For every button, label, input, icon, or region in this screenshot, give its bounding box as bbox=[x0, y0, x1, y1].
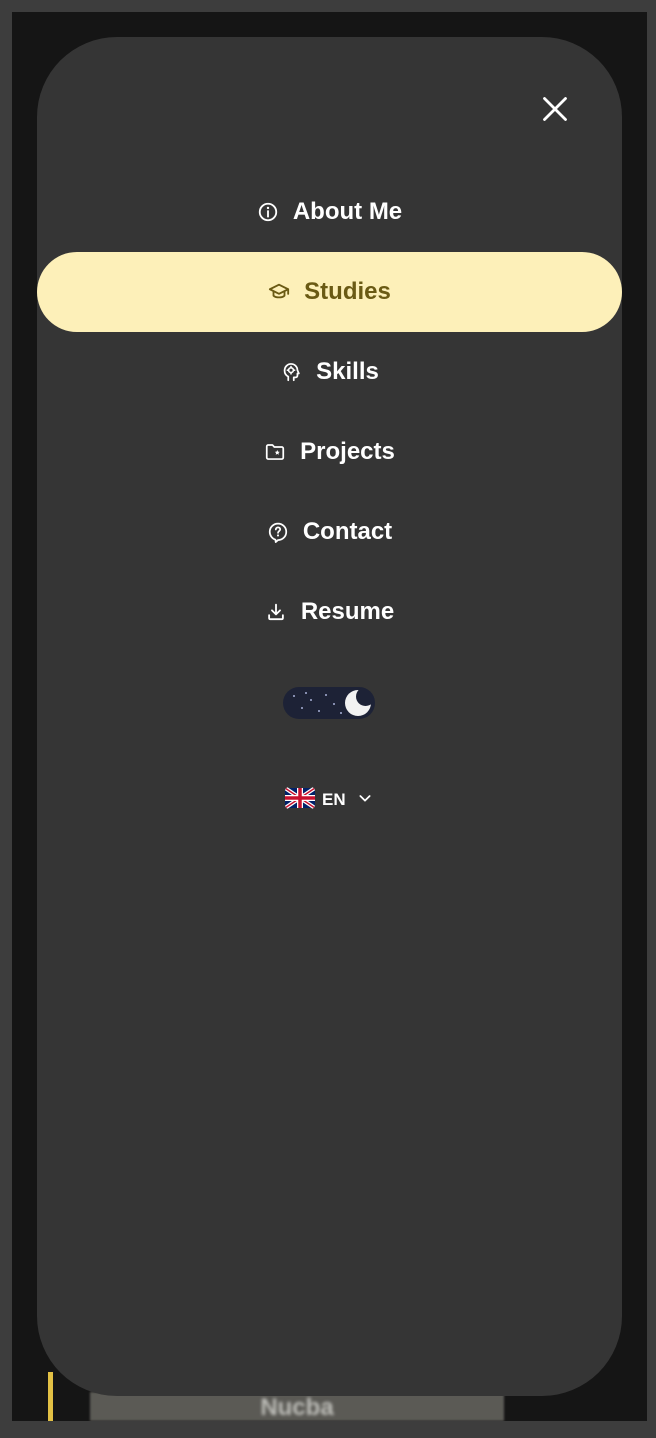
nav-item-about-me[interactable]: About Me bbox=[37, 172, 622, 252]
uk-flag-icon bbox=[285, 787, 315, 809]
close-icon bbox=[543, 97, 567, 121]
nav-item-label: Resume bbox=[300, 598, 395, 625]
background-card-text: Nucba bbox=[260, 1394, 334, 1421]
graduation-cap-icon bbox=[268, 281, 290, 303]
head-idea-icon bbox=[280, 361, 302, 383]
nav-item-contact[interactable]: Contact bbox=[37, 492, 622, 572]
moon-icon bbox=[345, 687, 375, 716]
star-dot bbox=[305, 692, 307, 694]
info-icon bbox=[257, 201, 279, 223]
help-bubble-icon bbox=[267, 521, 289, 543]
language-selector[interactable]: EN bbox=[285, 783, 373, 813]
nav-list: About Me Studies Skills Projects Contact… bbox=[37, 172, 622, 652]
theme-toggle[interactable] bbox=[283, 687, 375, 719]
nav-item-label: Contact bbox=[302, 518, 393, 545]
star-dot bbox=[301, 707, 303, 709]
star-dot bbox=[318, 710, 320, 712]
nav-item-label: Skills bbox=[316, 358, 379, 385]
nav-item-skills[interactable]: Skills bbox=[37, 332, 622, 412]
star-dot bbox=[293, 695, 295, 697]
star-dot bbox=[340, 712, 342, 714]
background-accent-bar bbox=[48, 1372, 53, 1421]
star-dot bbox=[325, 694, 327, 696]
nav-item-studies[interactable]: Studies bbox=[37, 252, 622, 332]
star-dot bbox=[333, 703, 335, 705]
nav-item-label: Studies bbox=[304, 278, 391, 305]
close-menu-button[interactable] bbox=[535, 89, 575, 129]
nav-item-resume[interactable]: Resume bbox=[37, 572, 622, 652]
nav-item-label: About Me bbox=[292, 198, 403, 225]
chevron-down-icon bbox=[357, 790, 373, 806]
language-code: EN bbox=[322, 790, 346, 809]
star-dot bbox=[310, 699, 312, 701]
mobile-menu-panel: About Me Studies Skills Projects Contact… bbox=[37, 37, 622, 1396]
nav-item-label: Projects bbox=[300, 438, 395, 465]
folder-star-icon bbox=[264, 441, 286, 463]
nav-item-projects[interactable]: Projects bbox=[37, 412, 622, 492]
viewport: Nucba About Me Studies Skills Projects C… bbox=[12, 12, 647, 1421]
download-icon bbox=[265, 601, 287, 623]
